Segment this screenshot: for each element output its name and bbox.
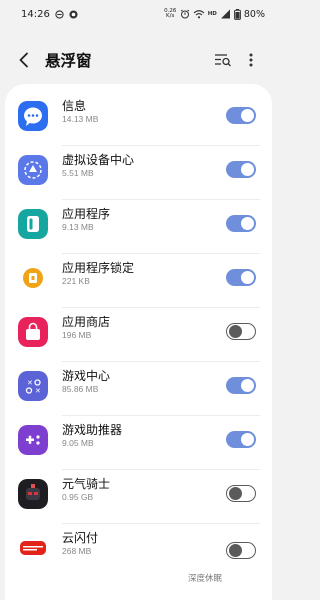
app-name: 应用商店 (62, 315, 111, 329)
app-name: 信息 (62, 99, 87, 113)
app-row-soul-knight[interactable]: 元气骑士 0.95 GB (5, 470, 272, 524)
messages-icon (18, 101, 48, 131)
do-not-disturb-icon (55, 9, 64, 19)
status-time: 14:26 (21, 8, 50, 20)
app-row-messages[interactable]: 信息 14.13 MB (5, 92, 272, 146)
app-bar: 悬浮窗 (0, 40, 277, 80)
float-window-toggle[interactable] (226, 269, 256, 286)
app-size: 5.51 MB (62, 168, 94, 178)
virtual-device-center-icon (18, 155, 48, 185)
unionpay-quickpass-icon (18, 533, 48, 563)
back-button[interactable] (14, 50, 34, 70)
hd-icon: HD (207, 11, 217, 17)
search-button[interactable] (212, 49, 234, 71)
status-bar: 14:26 0.26 K/s HD 80% (0, 0, 277, 28)
app-row-unionpay-quickpass[interactable]: 云闪付 268 MB (5, 524, 272, 578)
app-row-game-center[interactable]: ✕ ✕ 游戏中心 85.86 MB (5, 362, 272, 416)
app-size: 9.05 MB (62, 438, 94, 448)
app-row-game-booster[interactable]: 游戏助推器 9.05 MB (5, 416, 272, 470)
soul-knight-icon (18, 479, 48, 509)
app-size: 0.95 GB (62, 492, 94, 502)
app-row-app-store[interactable]: 应用商店 196 MB (5, 308, 272, 362)
more-vertical-icon (249, 53, 253, 67)
app-name: 云闪付 (62, 531, 99, 545)
app-size: 9.13 MB (62, 222, 94, 232)
net-speed-unit: K/s (166, 13, 175, 19)
search-list-icon (215, 54, 231, 67)
signal-icon (220, 9, 231, 19)
notification-app-icon (69, 9, 78, 19)
float-window-toggle[interactable] (226, 542, 256, 559)
app-name: 应用程序 (62, 207, 111, 221)
game-center-icon: ✕ ✕ (18, 371, 48, 401)
alarm-icon (180, 9, 190, 19)
more-options-button[interactable] (244, 49, 258, 71)
page-title: 悬浮窗 (45, 53, 92, 70)
app-size: 196 MB (62, 330, 92, 340)
app-size: 268 MB (62, 546, 92, 556)
watermark-text: 深度休眠 (188, 574, 223, 584)
float-window-toggle[interactable] (226, 485, 256, 502)
app-name: 游戏中心 (62, 369, 111, 383)
app-name: 元气骑士 (62, 477, 111, 491)
svg-text:✕: ✕ (27, 379, 33, 387)
back-arrow-icon (19, 52, 28, 68)
app-size: 14.13 MB (62, 114, 99, 124)
float-window-toggle[interactable] (226, 215, 256, 232)
applications-icon (18, 209, 48, 239)
app-row-applications[interactable]: 应用程序 9.13 MB (5, 200, 272, 254)
app-size: 85.86 MB (62, 384, 99, 394)
float-window-toggle[interactable] (226, 323, 256, 340)
float-window-toggle[interactable] (226, 107, 256, 124)
float-window-toggle[interactable] (226, 161, 256, 178)
float-window-toggle[interactable] (226, 377, 256, 394)
svg-text:✕: ✕ (35, 387, 41, 395)
app-row-app-lock[interactable]: 应用程序锁定 221 KB (5, 254, 272, 308)
app-list: 信息 14.13 MB 虚拟设备中心 5.51 MB 应用程序 9.13 MB … (5, 84, 272, 600)
app-row-virtual-device-center[interactable]: 虚拟设备中心 5.51 MB (5, 146, 272, 200)
app-store-icon (18, 317, 48, 347)
game-booster-icon (18, 425, 48, 455)
float-window-toggle[interactable] (226, 431, 256, 448)
battery-percent: 80% (243, 8, 265, 20)
wifi-icon (193, 9, 205, 19)
app-size: 221 KB (62, 276, 90, 286)
battery-icon (233, 8, 241, 20)
app-name: 游戏助推器 (62, 423, 123, 437)
net-speed: 0.26 K/s (164, 8, 177, 20)
app-lock-icon (18, 263, 48, 293)
app-name: 应用程序锁定 (62, 261, 135, 275)
app-name: 虚拟设备中心 (62, 153, 135, 167)
